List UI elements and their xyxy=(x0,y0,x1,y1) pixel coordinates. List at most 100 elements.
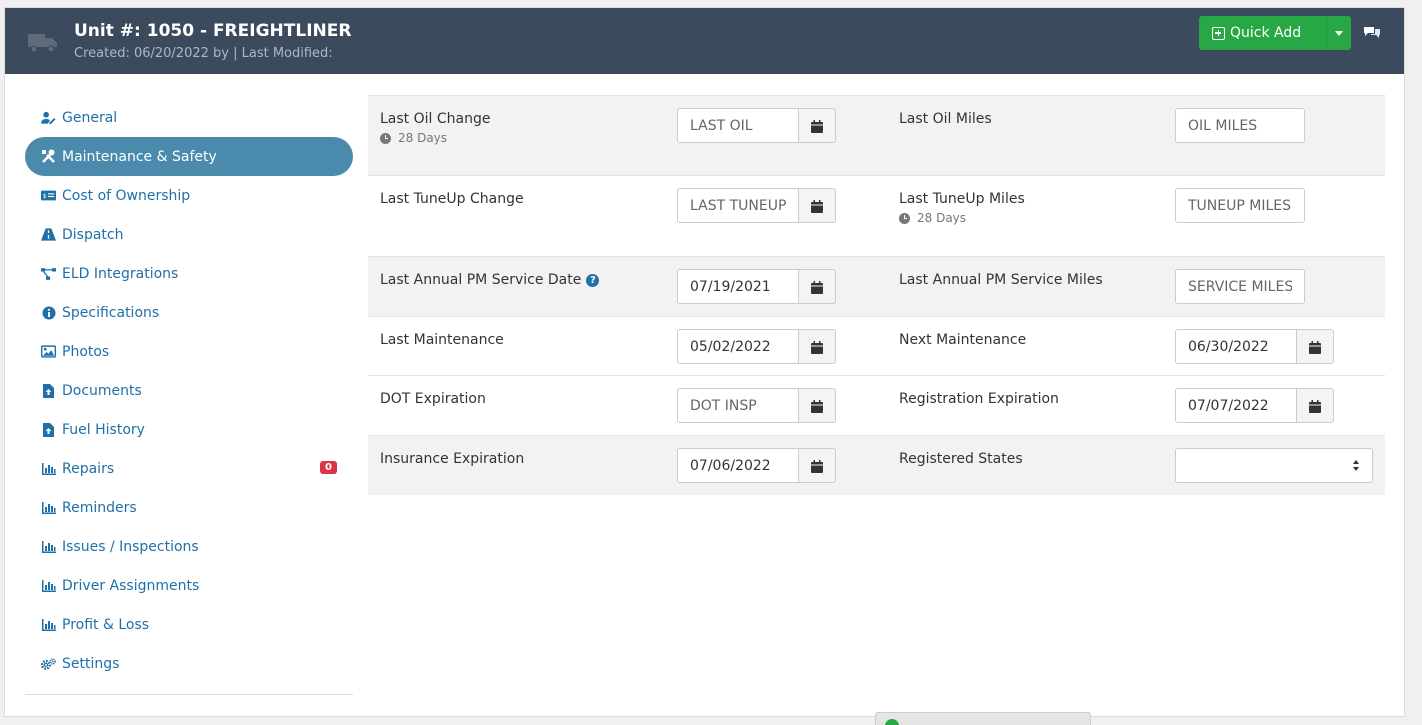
sidebar-item-cost-of-ownership[interactable]: $ Cost of Ownership xyxy=(25,176,353,215)
sidebar-item-label: Driver Assignments xyxy=(62,577,200,594)
clock-icon xyxy=(899,212,910,224)
unit-header: Unit #: 1050 - FREIGHTLINER Created: 06/… xyxy=(5,8,1404,74)
sidebar-item-settings[interactable]: Settings xyxy=(25,644,353,683)
chart-bar-icon xyxy=(41,540,56,554)
quick-add-dropdown-toggle[interactable] xyxy=(1326,16,1351,50)
file-upload-icon xyxy=(41,383,56,398)
last-tuneup-miles-label: Last TuneUp Miles xyxy=(899,191,1025,207)
last-oil-miles-input[interactable] xyxy=(1175,108,1305,143)
chat-widget-tab[interactable] xyxy=(875,712,1091,725)
insurance-expiration-label: Insurance Expiration xyxy=(380,451,525,467)
dot-expiration-label: DOT Expiration xyxy=(380,391,486,407)
last-maintenance-input[interactable] xyxy=(677,329,799,364)
form-row: Last Maintenance Next Maintenance xyxy=(368,317,1385,376)
sidebar-item-label: Fuel History xyxy=(62,421,145,438)
sidebar-item-label: Photos xyxy=(62,343,110,360)
image-icon xyxy=(41,345,56,359)
sidebar-item-repairs[interactable]: Repairs 0 xyxy=(25,449,353,488)
sidebar-item-label: Profit & Loss xyxy=(62,616,150,633)
unit-detail-page: Unit #: 1050 - FREIGHTLINER Created: 06/… xyxy=(4,7,1405,717)
last-maintenance-date-group xyxy=(677,329,836,364)
sidebar-item-eld-integrations[interactable]: ELD Integrations xyxy=(25,254,353,293)
last-tuneup-change-input[interactable] xyxy=(677,188,799,223)
registered-states-select[interactable] xyxy=(1175,448,1373,483)
sidebar-item-label: Specifications xyxy=(62,304,160,321)
sidebar-item-driver-assignments[interactable]: Driver Assignments xyxy=(25,566,353,605)
dot-expiration-date-group xyxy=(677,388,836,423)
last-tuneup-change-date-group xyxy=(677,188,836,223)
info-circle-icon xyxy=(41,306,56,320)
last-annual-pm-calendar-button[interactable] xyxy=(799,269,836,304)
sidebar-item-documents[interactable]: Documents xyxy=(25,371,353,410)
sidebar-item-specifications[interactable]: Specifications xyxy=(25,293,353,332)
calendar-icon xyxy=(811,460,823,473)
last-tuneup-miles-days: 28 Days xyxy=(917,211,967,225)
next-maintenance-calendar-button[interactable] xyxy=(1297,329,1334,364)
chart-bar-icon xyxy=(41,579,56,593)
question-circle-icon[interactable]: ? xyxy=(586,274,600,287)
sidebar-item-issues-inspections[interactable]: Issues / Inspections xyxy=(25,527,353,566)
sidebar-item-label: Settings xyxy=(62,655,120,672)
sidebar-item-general[interactable]: General xyxy=(25,98,353,137)
calendar-icon xyxy=(811,341,823,354)
calendar-icon xyxy=(1309,400,1321,413)
insurance-expiration-date-group xyxy=(677,448,836,483)
chart-bar-icon xyxy=(41,618,56,632)
sidebar-item-profit-loss[interactable]: Profit & Loss xyxy=(25,605,353,644)
last-tuneup-change-label: Last TuneUp Change xyxy=(380,191,524,207)
form-row: Last TuneUp Change Last TuneUp Miles 28 … xyxy=(368,176,1385,257)
sidebar-divider xyxy=(25,694,353,695)
clock-icon xyxy=(380,132,391,144)
last-annual-pm-miles-input[interactable] xyxy=(1175,269,1305,304)
calendar-icon xyxy=(811,281,823,294)
quick-add-label: Quick Add xyxy=(1230,25,1302,41)
truck-icon xyxy=(28,34,57,53)
calendar-icon xyxy=(1309,341,1321,354)
sidebar-item-label: Repairs xyxy=(62,460,115,477)
sidebar-item-label: ELD Integrations xyxy=(62,265,179,282)
plus-square-icon xyxy=(1212,26,1225,40)
last-tuneup-miles-input[interactable] xyxy=(1175,188,1305,223)
sidebar-item-reminders[interactable]: Reminders xyxy=(25,488,353,527)
form-row: Last Oil Change 28 Days Last Oil Miles xyxy=(368,96,1385,176)
last-annual-pm-miles-label: Last Annual PM Service Miles xyxy=(899,272,1103,288)
next-maintenance-date-group xyxy=(1175,329,1334,364)
sidebar-item-label: Dispatch xyxy=(62,226,124,243)
sidebar-item-label: Reminders xyxy=(62,499,137,516)
svg-text:$: $ xyxy=(43,193,47,200)
last-tuneup-change-calendar-button[interactable] xyxy=(799,188,836,223)
sidebar-item-fuel-history[interactable]: Fuel History xyxy=(25,410,353,449)
quick-add-button[interactable]: Quick Add xyxy=(1199,16,1326,50)
sidebar-item-dispatch[interactable]: Dispatch xyxy=(25,215,353,254)
dot-expiration-calendar-button[interactable] xyxy=(799,388,836,423)
registration-expiration-calendar-button[interactable] xyxy=(1297,388,1334,423)
last-oil-miles-label: Last Oil Miles xyxy=(899,111,992,127)
calendar-icon xyxy=(811,400,823,413)
sidebar-item-label: Cost of Ownership xyxy=(62,187,191,204)
select-arrows-icon xyxy=(1353,460,1360,472)
sidebar-item-maintenance-safety[interactable]: Maintenance & Safety xyxy=(25,137,353,176)
page-subtitle: Created: 06/20/2022 by | Last Modified: xyxy=(74,46,333,61)
last-annual-pm-date-input[interactable] xyxy=(677,269,799,304)
chart-bar-icon xyxy=(41,501,56,515)
last-maintenance-label: Last Maintenance xyxy=(380,332,504,348)
last-oil-change-input[interactable] xyxy=(677,108,799,143)
next-maintenance-input[interactable] xyxy=(1175,329,1297,364)
last-oil-change-label: Last Oil Change xyxy=(380,111,491,127)
dot-expiration-input[interactable] xyxy=(677,388,799,423)
user-edit-icon xyxy=(41,111,56,125)
last-maintenance-calendar-button[interactable] xyxy=(799,329,836,364)
last-oil-change-days: 28 Days xyxy=(398,131,448,145)
calendar-icon xyxy=(811,200,823,213)
file-upload-icon xyxy=(41,422,56,437)
repairs-count-badge: 0 xyxy=(320,461,337,474)
chart-bar-icon xyxy=(41,462,56,476)
comments-icon[interactable] xyxy=(1363,25,1381,39)
insurance-expiration-input[interactable] xyxy=(677,448,799,483)
registration-expiration-input[interactable] xyxy=(1175,388,1297,423)
calendar-icon xyxy=(811,120,823,133)
insurance-expiration-calendar-button[interactable] xyxy=(799,448,836,483)
last-oil-change-calendar-button[interactable] xyxy=(799,108,836,143)
money-bill-icon: $ xyxy=(41,189,56,203)
sidebar-item-photos[interactable]: Photos xyxy=(25,332,353,371)
